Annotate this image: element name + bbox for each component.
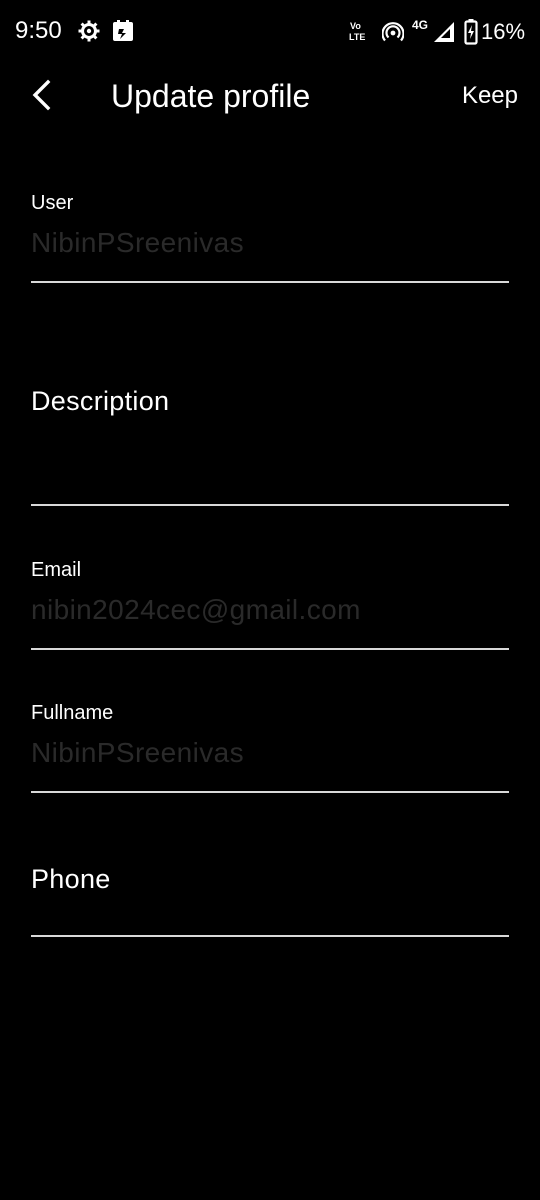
status-bar: 9:50 Vo LTE 4G 16% [0,0,540,64]
page-title: Update profile [111,78,311,114]
fullname-field[interactable]: Fullname NibinPSreenivas [31,700,509,795]
user-value: NibinPSreenivas [31,227,244,258]
phone-underline [31,935,509,937]
status-time: 9:50 [15,17,62,44]
signal-icon [434,22,454,42]
description-label: Description [31,386,170,416]
chevron-left-icon [32,79,51,111]
description-underline [31,504,509,506]
back-button[interactable] [22,76,64,118]
network-type: 4G [412,18,429,32]
volte-icon: Vo LTE [349,21,366,42]
hotspot-icon [382,22,404,42]
settings-gear-icon [78,20,100,42]
fullname-label: Fullname [31,702,114,724]
description-field[interactable]: Description [31,384,509,509]
email-underline [31,648,509,650]
phone-label: Phone [31,864,111,894]
user-field[interactable]: User NibinPSreenivas [31,190,509,285]
notification-app-icon [113,20,133,41]
app-bar: Update profile Keep [0,64,540,128]
battery-charging-icon [464,19,478,45]
email-value: nibin2024cec@gmail.com [31,594,361,625]
user-label: User [31,192,74,214]
keep-button[interactable]: Keep [462,81,518,111]
email-label: Email [31,559,82,581]
user-underline [31,281,509,283]
fullname-underline [31,791,509,793]
phone-field[interactable]: Phone [31,862,509,940]
fullname-value: NibinPSreenivas [31,737,244,768]
email-field[interactable]: Email nibin2024cec@gmail.com [31,557,509,652]
battery-percentage: 16% [481,19,526,44]
